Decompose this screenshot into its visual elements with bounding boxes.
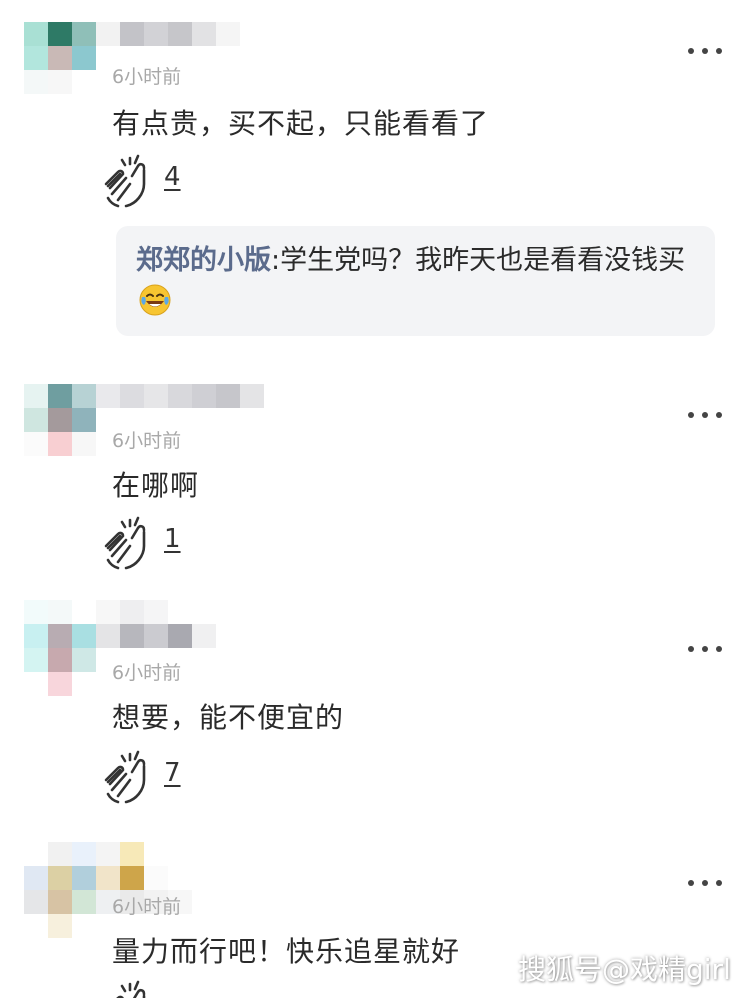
comment-time: 6小时前 bbox=[112, 66, 182, 88]
like-count: 7 bbox=[164, 758, 181, 788]
like-button[interactable] bbox=[100, 980, 220, 998]
like-button[interactable]: 1 bbox=[100, 516, 220, 572]
comment-text: 有点贵，买不起，只能看看了 bbox=[112, 107, 490, 140]
clap-icon bbox=[116, 980, 146, 998]
more-options-button[interactable] bbox=[686, 40, 726, 64]
more-dots-icon bbox=[688, 48, 694, 54]
clap-icon bbox=[104, 154, 146, 208]
reply-preview[interactable]: 郑郑的小版:学生党吗？我昨天也是看看没钱买 bbox=[116, 226, 715, 336]
more-options-button[interactable] bbox=[686, 872, 726, 896]
more-options-button[interactable] bbox=[686, 404, 726, 428]
like-button[interactable]: 4 bbox=[100, 154, 220, 210]
like-count: 4 bbox=[164, 162, 181, 192]
watermark: 搜狐号@戏精girl bbox=[518, 953, 731, 986]
reply-text: 学生党吗？我昨天也是看看没钱买 bbox=[280, 245, 686, 276]
comment-text: 在哪啊 bbox=[112, 469, 200, 502]
more-options-button[interactable] bbox=[686, 638, 726, 662]
clap-icon bbox=[104, 516, 146, 570]
laughing-tears-emoji-icon bbox=[139, 284, 171, 316]
comment-time: 6小时前 bbox=[112, 896, 182, 918]
reply-author[interactable]: 郑郑的小版 bbox=[136, 245, 271, 276]
more-dots-icon bbox=[688, 880, 694, 886]
clap-icon bbox=[104, 750, 146, 804]
comment-time: 6小时前 bbox=[112, 430, 182, 452]
like-count: 1 bbox=[164, 524, 181, 554]
comment-text: 想要，能不便宜的 bbox=[112, 701, 345, 734]
reply-separator: : bbox=[271, 245, 281, 276]
more-dots-icon bbox=[688, 412, 694, 418]
like-button[interactable]: 7 bbox=[100, 750, 220, 806]
comment-text: 量力而行吧！快乐追星就好 bbox=[112, 935, 461, 968]
more-dots-icon bbox=[688, 646, 694, 652]
comment-time: 6小时前 bbox=[112, 662, 182, 684]
